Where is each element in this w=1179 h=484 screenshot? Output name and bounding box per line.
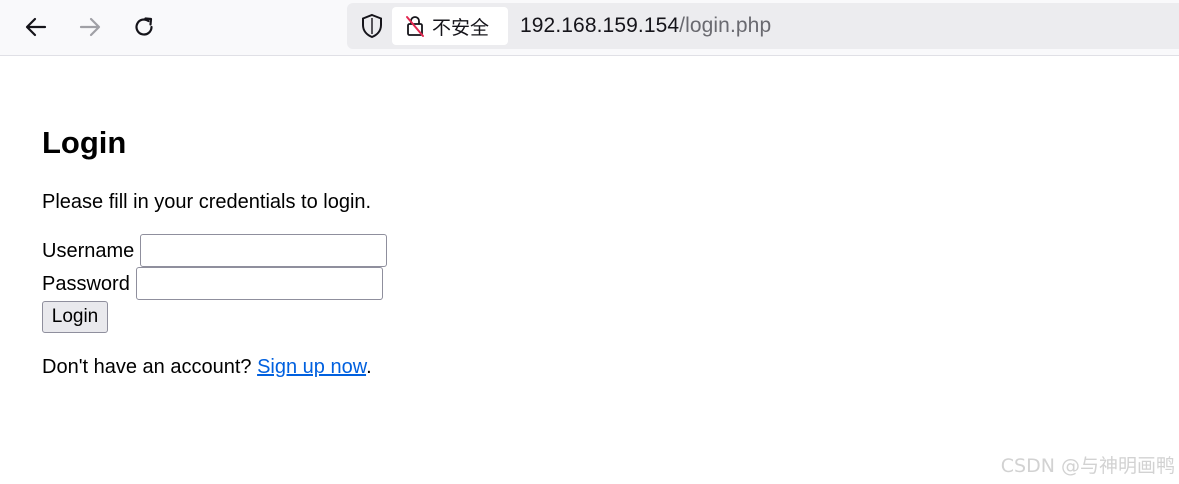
insecure-lock-icon: [404, 14, 426, 38]
username-row: Username: [42, 234, 388, 267]
url-host: 192.168.159.154: [520, 14, 680, 37]
browser-toolbar: 不安全 192.168.159.154/login.php: [0, 0, 1179, 56]
site-security-indicator[interactable]: 不安全: [392, 7, 508, 45]
watermark: CSDN @与神明画鸭: [1000, 455, 1175, 477]
username-label: Username: [42, 239, 135, 262]
intro-text: Please fill in your credentials to login…: [42, 191, 372, 213]
page-title: Login: [42, 125, 127, 160]
reload-icon: [135, 17, 153, 36]
reload-button[interactable]: [127, 10, 161, 44]
signup-line: Don't have an account? Sign up now.: [42, 355, 372, 379]
arrow-right-icon: [79, 17, 101, 37]
signup-prefix: Don't have an account?: [42, 356, 258, 378]
signup-link[interactable]: Sign up now: [257, 356, 366, 378]
url-text[interactable]: 192.168.159.154/login.php: [520, 14, 771, 38]
security-label: 不安全: [432, 16, 490, 39]
back-button[interactable]: [19, 10, 53, 44]
url-path: /login.php: [679, 14, 772, 37]
signup-suffix: .: [366, 356, 372, 378]
shield-icon: [362, 13, 382, 39]
arrow-left-icon: [25, 17, 47, 37]
forward-button[interactable]: [73, 10, 107, 44]
password-row: Password: [42, 267, 383, 300]
tracking-protection-button[interactable]: [359, 13, 385, 39]
password-input[interactable]: [135, 267, 383, 300]
address-bar[interactable]: 不安全 192.168.159.154/login.php: [347, 3, 1179, 49]
password-label: Password: [42, 272, 130, 295]
login-button[interactable]: Login: [42, 301, 108, 333]
username-input[interactable]: [140, 234, 388, 267]
